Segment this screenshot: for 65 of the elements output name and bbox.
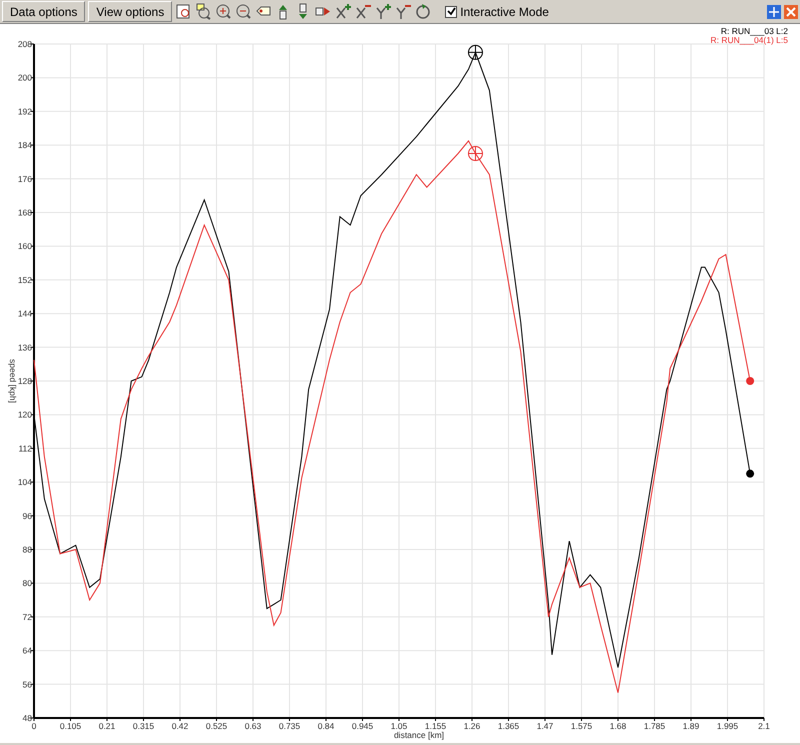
axis-tick-label: 0.21 bbox=[98, 721, 116, 731]
x-plus-icon[interactable] bbox=[335, 3, 352, 20]
axis-title: speed [kph] bbox=[8, 359, 18, 403]
axis-tick-label: 0.84 bbox=[318, 721, 334, 731]
zoom-out-icon[interactable] bbox=[235, 3, 252, 20]
axis-tick-label: 0.525 bbox=[206, 721, 228, 731]
y-minus-icon[interactable] bbox=[395, 3, 412, 20]
axis-tick-label: 1.89 bbox=[682, 721, 700, 731]
axis-tick-label: 0.735 bbox=[278, 721, 300, 731]
axis-tick-label: 80 bbox=[22, 578, 32, 588]
axis-tick-label: 0.945 bbox=[352, 721, 374, 731]
axis-tick-label: 1.26 bbox=[464, 721, 480, 731]
zoom-in-icon[interactable] bbox=[215, 3, 232, 20]
axis-tick-label: 200 bbox=[18, 72, 32, 83]
axis-tick-label: 56 bbox=[22, 679, 32, 690]
axis-tick-label: 1.575 bbox=[570, 721, 592, 731]
y-plus-icon[interactable] bbox=[375, 3, 392, 20]
axis-tick-label: 88 bbox=[22, 544, 32, 554]
move-icon[interactable] bbox=[767, 4, 781, 18]
end-point-marker bbox=[746, 470, 754, 478]
axis-tick-label: 1.155 bbox=[424, 721, 446, 731]
axis-tick-label: 1.68 bbox=[610, 721, 626, 731]
axis-title: distance [km] bbox=[394, 730, 444, 740]
end-point-marker bbox=[746, 377, 754, 385]
axis-tick-label: 2.1 bbox=[758, 721, 770, 731]
axis-tick-label: 48 bbox=[22, 713, 32, 723]
cursor-marker[interactable] bbox=[468, 44, 483, 60]
refresh-icon[interactable] bbox=[415, 3, 432, 20]
axis-tick-label: 0.42 bbox=[172, 721, 188, 731]
axis-tick-label: 208 bbox=[18, 39, 32, 49]
axis-tick-label: 1.365 bbox=[498, 721, 520, 731]
axis-tick-label: 104 bbox=[18, 477, 32, 488]
interactive-mode-checkbox[interactable] bbox=[445, 6, 458, 18]
axis-tick-label: 64 bbox=[22, 646, 32, 656]
axis-tick-label: 160 bbox=[18, 241, 32, 252]
axis-tick-label: 112 bbox=[18, 443, 32, 454]
cursor-marker[interactable] bbox=[468, 146, 483, 162]
checkbox-label: Interactive Mode bbox=[460, 4, 549, 18]
axis-tick-label: 1.05 bbox=[390, 721, 408, 731]
axis-tick-label: 128 bbox=[18, 376, 32, 386]
axis-tick-label: 1.995 bbox=[716, 721, 738, 731]
toolbar-button[interactable]: View options bbox=[88, 1, 172, 22]
axis-tick-label: 0.63 bbox=[244, 721, 262, 731]
axis-tick-label: 136 bbox=[18, 342, 32, 352]
zoom-select-icon[interactable] bbox=[195, 3, 212, 20]
axis-tick-label: 176 bbox=[18, 174, 32, 184]
axis-tick-label: 72 bbox=[22, 612, 32, 622]
axis-tick-label: 192 bbox=[18, 106, 32, 116]
axis-tick-label: 0.105 bbox=[60, 721, 82, 731]
legend-entry: R: RUN___04(1) L:5 bbox=[710, 35, 788, 45]
close-icon[interactable] bbox=[784, 4, 798, 18]
toolbar-button[interactable]: Data options bbox=[2, 1, 86, 22]
axis-tick-label: 144 bbox=[18, 308, 32, 319]
axis-tick-label: 1.47 bbox=[536, 721, 554, 731]
page-icon[interactable] bbox=[175, 3, 192, 20]
axis-tick-label: 152 bbox=[18, 274, 32, 285]
axis-tick-label: 1.785 bbox=[644, 721, 666, 731]
axis-tick-label: 96 bbox=[22, 510, 32, 521]
legend-entry: R: RUN___03 L:2 bbox=[720, 26, 788, 36]
axis-tick-label: 0.315 bbox=[132, 721, 154, 731]
axis-tick-label: 0 bbox=[32, 721, 36, 731]
axis-tick-label: 168 bbox=[18, 208, 32, 218]
axis-tick-label: 184 bbox=[18, 140, 32, 150]
axis-tick-label: 120 bbox=[18, 410, 32, 420]
x-minus-icon[interactable] bbox=[355, 3, 372, 20]
